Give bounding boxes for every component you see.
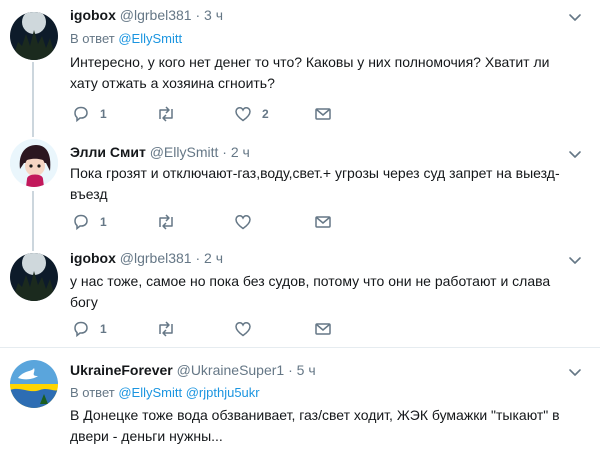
reply-count: 1 — [100, 107, 107, 121]
tweet-header: UkraineForever @UkraineSuper1 · 5 ч — [70, 361, 316, 379]
tweet-time[interactable]: 2 ч — [231, 144, 250, 160]
tweet-text: Интересно, у кого нет денег то что? Како… — [70, 52, 575, 94]
retweet-icon — [159, 214, 173, 230]
tweet-text: В Донецке тоже вода обзванивает, газ/све… — [70, 405, 575, 447]
avatar-image — [10, 253, 58, 301]
mention-link[interactable]: @EllySmitt — [118, 31, 182, 46]
tweet-time[interactable]: 5 ч — [297, 362, 316, 378]
reply-button[interactable]: 1 — [72, 104, 107, 124]
reply-button[interactable]: 1 — [72, 319, 107, 339]
retweet-button[interactable] — [156, 212, 186, 232]
reply-icon — [74, 321, 88, 338]
reply-count: 1 — [100, 215, 107, 229]
heart-icon — [235, 322, 251, 337]
tweet-header: Элли Смит @EllySmitt · 2 ч — [70, 143, 250, 161]
author-name[interactable]: igobox — [70, 7, 116, 23]
tweet-3[interactable]: igobox @lgrbel381 · 2 ч у нас тоже, само… — [0, 235, 600, 345]
envelope-icon — [315, 108, 331, 120]
author-handle[interactable]: @lgrbel381 — [120, 7, 192, 23]
tweet-text-line: двери - деньги нужны... — [70, 428, 223, 444]
reply-to-line: В ответ @EllySmitt — [70, 30, 182, 48]
reply-to-prefix: В ответ — [70, 31, 115, 46]
reply-count: 1 — [100, 322, 107, 336]
reply-icon — [74, 106, 88, 123]
tweet-text: у нас тоже, самое но пока без судов, пот… — [70, 271, 575, 313]
tweet-text-line: богу — [70, 294, 98, 310]
dm-button[interactable] — [314, 104, 332, 124]
chevron-down-icon[interactable] — [568, 365, 582, 379]
tweet-text-line: въезд — [70, 186, 108, 202]
retweet-icon — [159, 321, 173, 337]
tweet-text-line: В Донецке тоже вода обзванивает, газ/све… — [70, 407, 560, 423]
reply-icon — [74, 214, 88, 231]
separator-dot: · — [288, 362, 293, 378]
tweet-header: igobox @lgrbel381 · 3 ч — [70, 6, 223, 24]
chevron-down-icon[interactable] — [568, 10, 582, 24]
author-name[interactable]: UkraineForever — [70, 362, 173, 378]
tweet-time[interactable]: 2 ч — [204, 250, 223, 266]
tweet-text-line: у нас тоже, самое но пока без судов, пот… — [70, 273, 551, 289]
avatar[interactable] — [10, 139, 58, 187]
tweet-text-line: Пока грозят и отключают-газ,воду,свет.+ … — [70, 165, 560, 181]
chevron-down-icon[interactable] — [568, 147, 582, 161]
tweet-text-line: хату отжать а хозяина сгноить? — [70, 75, 275, 91]
reply-to-line: В ответ @EllySmitt @rjpthju5ukr — [70, 384, 260, 402]
retweet-icon — [159, 106, 173, 122]
avatar[interactable] — [10, 360, 58, 408]
avatar-image — [10, 139, 58, 187]
like-count: 2 — [262, 107, 269, 121]
separator-dot: · — [222, 144, 227, 160]
reply-button[interactable]: 1 — [72, 212, 107, 232]
retweet-button[interactable] — [156, 104, 186, 124]
tweet-time[interactable]: 3 ч — [204, 7, 223, 23]
author-name[interactable]: igobox — [70, 250, 116, 266]
thread-line — [32, 62, 34, 127]
thread-line — [32, 127, 34, 137]
avatar-image — [10, 12, 58, 60]
tweet-4[interactable]: UkraineForever @UkraineSuper1 · 5 ч В от… — [0, 348, 600, 455]
tweet-text-line: Интересно, у кого нет денег то что? Како… — [70, 54, 550, 70]
author-name[interactable]: Элли Смит — [70, 144, 146, 160]
reply-to-prefix: В ответ — [70, 385, 115, 400]
retweet-button[interactable] — [156, 319, 186, 339]
tweet-text: Пока грозят и отключают-газ,воду,свет.+ … — [70, 163, 575, 205]
dm-button[interactable] — [314, 319, 332, 339]
dm-button[interactable] — [314, 212, 332, 232]
separator-dot: · — [195, 250, 201, 266]
mention-link[interactable]: @rjpthju5ukr — [186, 385, 260, 400]
avatar[interactable] — [10, 12, 58, 60]
author-handle[interactable]: @EllySmitt — [150, 144, 219, 160]
like-button[interactable] — [234, 319, 262, 339]
heart-icon — [235, 107, 251, 122]
tweet-1[interactable]: igobox @lgrbel381 · 3 ч В ответ @EllySmi… — [0, 0, 600, 127]
mention-link[interactable]: @EllySmitt — [118, 385, 182, 400]
thread-line — [32, 191, 34, 235]
heart-icon — [235, 215, 251, 230]
envelope-icon — [315, 216, 331, 228]
tweet-2[interactable]: Элли Смит @EllySmitt · 2 ч Пока грозят и… — [0, 127, 600, 235]
thread-line — [32, 235, 34, 251]
like-button[interactable]: 2 — [234, 104, 269, 124]
tweet-header: igobox @lgrbel381 · 2 ч — [70, 249, 223, 267]
avatar-image — [10, 360, 58, 408]
envelope-icon — [315, 323, 331, 335]
separator-dot: · — [195, 7, 201, 23]
chevron-down-icon[interactable] — [568, 253, 582, 267]
like-button[interactable] — [234, 212, 262, 232]
author-handle[interactable]: @lgrbel381 — [120, 250, 192, 266]
author-handle[interactable]: @UkraineSuper1 — [177, 362, 285, 378]
avatar[interactable] — [10, 253, 58, 301]
